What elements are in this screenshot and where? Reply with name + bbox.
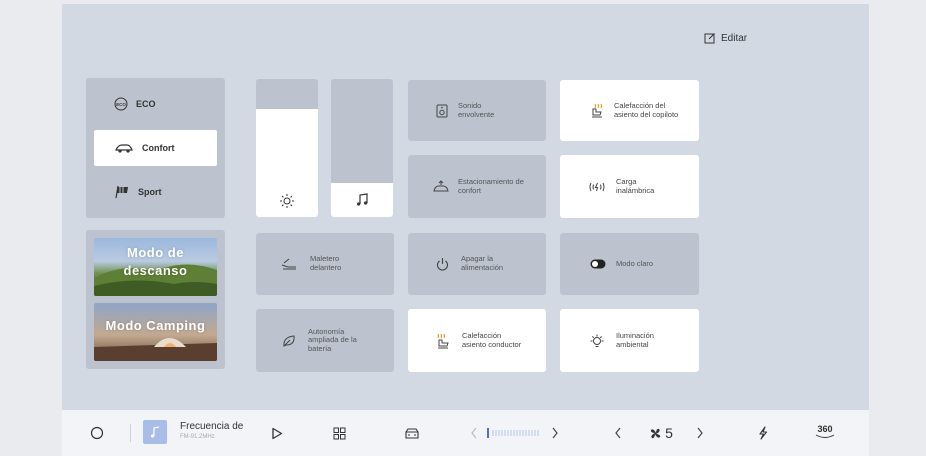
front-trunk-tile[interactable]: Maletero delantero	[256, 233, 394, 295]
radio-frequency: FM-91.2MHz	[180, 434, 215, 440]
fan-down-button[interactable]	[612, 424, 624, 442]
camera-360-label: 360	[817, 424, 833, 434]
chevron-left-icon	[471, 427, 477, 439]
edit-icon	[704, 33, 715, 44]
copilot-seat-heating-label: Calefacción del asiento del copiloto	[614, 100, 679, 119]
wireless-charging-tile[interactable]: Carga inalámbrica	[560, 155, 699, 218]
scene-panel: Modo de descanso Modo Camping	[86, 230, 225, 369]
wireless-charging-label: Carga inalámbrica	[616, 176, 655, 195]
car-button[interactable]	[403, 424, 421, 442]
play-button[interactable]	[268, 424, 286, 442]
edit-label: Editar	[721, 32, 748, 44]
mode-sport-label: Sport	[138, 187, 162, 197]
car-comfort-icon	[115, 144, 133, 153]
front-trunk-label: Maletero delantero	[310, 254, 342, 272]
scene-camping-card[interactable]: Modo Camping	[94, 303, 217, 361]
scene-camping-label: Modo Camping	[105, 318, 206, 333]
drive-mode-panel: ECO ECO Confort Sport	[86, 78, 225, 218]
fan-icon	[650, 428, 661, 438]
copilot-seat-heating-tile[interactable]: Calefacción del asiento del copiloto	[560, 80, 699, 141]
extended-range-label: Autonomía ampliada de la batería	[308, 326, 357, 353]
play-icon	[272, 427, 283, 439]
volume-slider[interactable]	[331, 79, 393, 217]
camera-360-button[interactable]: 360	[812, 421, 838, 443]
comfort-parking-label: Estacionamiento de confort	[458, 176, 524, 195]
wireless-charge-icon	[588, 181, 606, 193]
charging-button[interactable]	[754, 424, 772, 442]
ambient-lighting-tile[interactable]: Iluminación ambiental	[560, 309, 699, 372]
apps-button[interactable]	[330, 424, 348, 442]
surround-sound-tile[interactable]: Sonido envolvente	[408, 80, 546, 141]
apps-grid-icon	[333, 427, 345, 439]
scene-rest-card[interactable]: Modo de descanso	[94, 238, 217, 296]
mode-confort-label: Confort	[142, 143, 175, 153]
parking-car-icon	[432, 179, 450, 194]
light-mode-tile[interactable]: Modo claro	[560, 233, 699, 295]
power-off-tile[interactable]: Apagar la alimentación	[408, 233, 546, 295]
sun-icon	[280, 194, 294, 208]
temperature-scale[interactable]	[485, 427, 545, 439]
fan-speed-display: 5	[641, 424, 681, 442]
chevron-left-icon	[615, 427, 621, 439]
driver-seat-heating-tile[interactable]: Calefacción asiento conductor	[408, 309, 546, 372]
home-button[interactable]	[88, 424, 106, 442]
toggle-icon	[590, 259, 606, 269]
mode-eco-label: ECO	[136, 99, 156, 109]
ambient-lighting-label: Iluminación ambiental	[616, 330, 654, 349]
lightning-icon	[759, 426, 768, 440]
extended-range-tile[interactable]: Autonomía ampliada de la batería	[256, 309, 394, 372]
svg-text:ECO: ECO	[116, 102, 126, 107]
leaf-icon	[282, 334, 296, 348]
front-trunk-icon	[280, 257, 298, 271]
light-mode-label: Modo claro	[616, 258, 654, 268]
rotate-360-icon	[815, 434, 835, 438]
surround-sound-label: Sonido envolvente	[458, 100, 495, 119]
bulb-icon	[590, 334, 604, 348]
speaker-icon	[436, 104, 448, 118]
fan-up-button[interactable]	[694, 424, 706, 442]
driver-seat-heating-label: Calefacción asiento conductor	[462, 330, 522, 349]
radio-info: Frecuencia de FM-91.2MHz	[180, 421, 243, 440]
home-circle-icon	[90, 426, 104, 440]
seat-heat-icon	[436, 333, 450, 349]
temperature-ticks-icon	[487, 428, 539, 438]
power-off-label: Apagar la alimentación	[461, 254, 504, 272]
eco-icon: ECO	[114, 97, 128, 111]
brightness-slider[interactable]	[256, 79, 318, 217]
music-note-icon	[357, 193, 368, 206]
car-icon	[405, 427, 419, 439]
sport-flag-icon	[115, 185, 128, 199]
chevron-right-icon	[697, 427, 703, 439]
temp-up-button[interactable]	[549, 424, 561, 442]
power-icon	[436, 257, 449, 271]
temp-down-button[interactable]	[468, 424, 480, 442]
music-note-icon	[151, 426, 160, 438]
mode-sport[interactable]: Sport	[94, 174, 217, 210]
scene-rest-label: Modo de descanso	[123, 245, 188, 278]
fan-speed-value: 5	[665, 425, 673, 441]
dock-divider	[130, 424, 131, 442]
seat-heat-icon	[590, 103, 604, 119]
mode-confort[interactable]: Confort	[94, 130, 217, 166]
album-art[interactable]	[143, 420, 167, 444]
edit-button[interactable]: Editar	[704, 32, 747, 44]
radio-title: Frecuencia de	[180, 421, 244, 432]
comfort-parking-tile[interactable]: Estacionamiento de confort	[408, 155, 546, 218]
mode-eco[interactable]: ECO ECO	[94, 86, 217, 122]
chevron-right-icon	[552, 427, 558, 439]
